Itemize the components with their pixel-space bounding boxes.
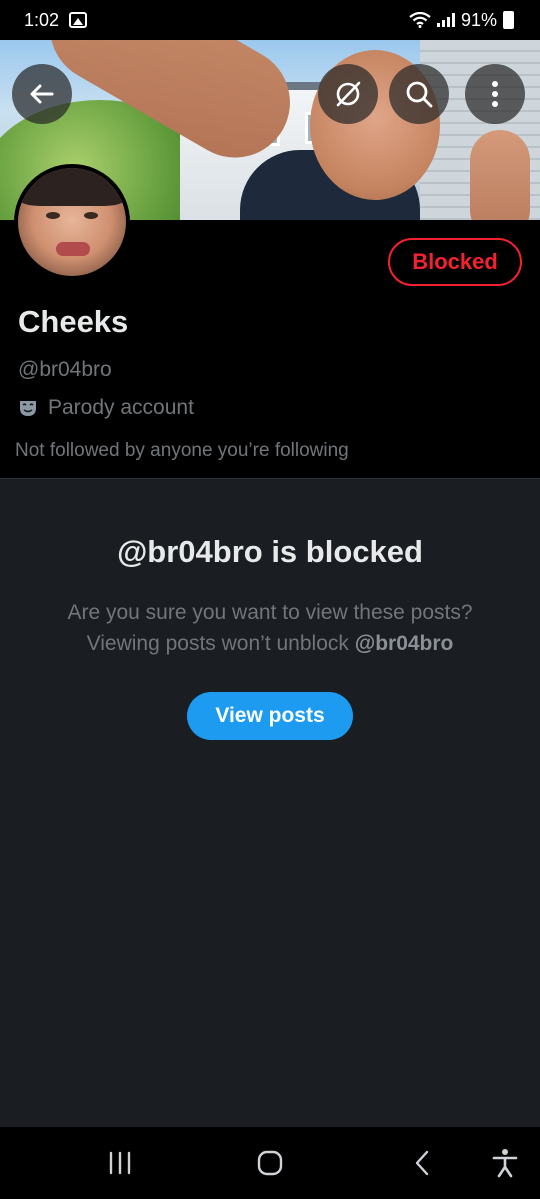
accessibility-button[interactable]: [465, 1127, 540, 1199]
display-name: Cheeks: [18, 304, 129, 339]
blocked-description-handle: @br04bro: [354, 632, 454, 655]
banner-person-hand: [470, 130, 530, 220]
search-icon: [406, 81, 433, 108]
status-time: 1:02: [24, 9, 60, 30]
blocked-notice-panel: @br04bro is blocked Are you sure you wan…: [0, 478, 540, 1127]
status-left: 1:02: [24, 9, 88, 31]
parody-label-row: Parody account: [18, 396, 194, 420]
avatar[interactable]: [14, 164, 130, 280]
avatar-eye: [46, 212, 60, 219]
battery-percent: 91%: [460, 9, 497, 30]
view-posts-button[interactable]: View posts: [187, 692, 353, 740]
search-button[interactable]: [389, 64, 449, 124]
signal-icon: [436, 13, 455, 27]
parody-label: Parody account: [48, 396, 194, 419]
theater-mask-icon: [20, 401, 36, 416]
back-button[interactable]: [12, 64, 72, 124]
blocked-description-line1: Are you sure you want to view these post…: [67, 601, 473, 624]
more-vertical-icon: [492, 81, 498, 107]
followers-you-know-note[interactable]: Not followed by anyone you’re following: [15, 440, 349, 462]
status-bar: 1:02 91%: [0, 0, 540, 40]
grok-button[interactable]: [318, 64, 378, 124]
blocked-description-prefix: Viewing posts won’t unblock: [86, 632, 355, 655]
avatar-mouth: [56, 242, 90, 256]
home-icon: [257, 1150, 283, 1176]
gallery-icon: [69, 12, 88, 28]
system-nav-bar: [0, 1127, 540, 1199]
nav-back-icon: [415, 1150, 429, 1176]
grok-icon: [336, 81, 361, 107]
recents-button[interactable]: [80, 1127, 160, 1199]
recents-icon: [109, 1151, 131, 1175]
home-button[interactable]: [230, 1127, 310, 1199]
status-right: 91%: [409, 10, 514, 31]
battery-icon: [503, 11, 514, 29]
blocked-title: @br04bro is blocked: [117, 534, 423, 569]
accessibility-icon: [492, 1149, 518, 1178]
blocked-button[interactable]: Blocked: [388, 238, 522, 286]
wifi-icon: [409, 12, 431, 28]
blocked-description-line2: Viewing posts won’t unblock @br04bro: [20, 628, 520, 659]
arrow-left-icon: [30, 84, 54, 104]
more-options-button[interactable]: [465, 64, 525, 124]
avatar-eye: [84, 212, 98, 219]
nav-back-button[interactable]: [382, 1127, 462, 1199]
profile-screen: 1:02 91% Blocked Cheeks @br04bro Parody …: [0, 0, 540, 1199]
avatar-hair: [18, 168, 126, 206]
blocked-description: Are you sure you want to view these post…: [20, 597, 520, 659]
profile-handle: @br04bro: [18, 358, 112, 381]
